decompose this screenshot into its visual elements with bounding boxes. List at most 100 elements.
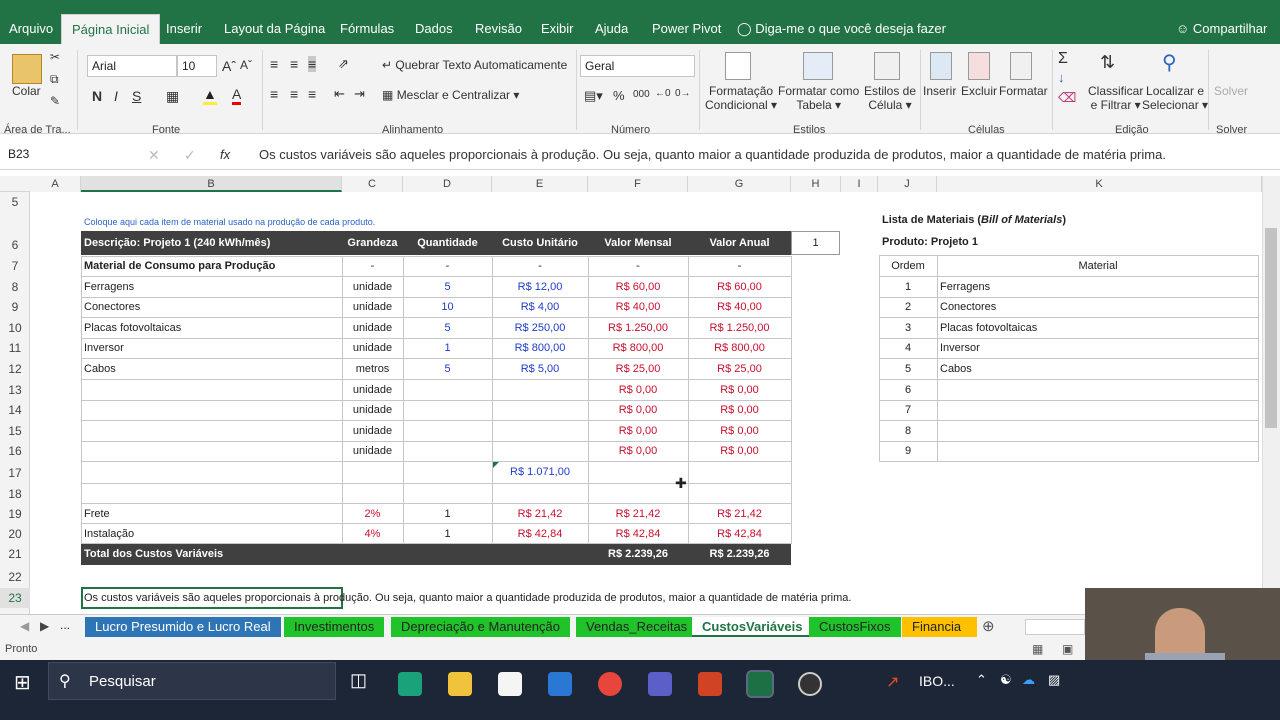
increase-indent-icon[interactable]: ⇥ (354, 86, 365, 102)
align-top-icon[interactable]: ≡ (270, 56, 278, 72)
cell-c7[interactable]: - (342, 256, 403, 276)
row-header[interactable]: 23 (0, 588, 30, 608)
col-header-k[interactable]: K (937, 176, 1262, 192)
font-color-icon[interactable]: A (232, 86, 242, 105)
item-name[interactable]: Conectores (84, 297, 140, 317)
sheet-tab[interactable]: Investimentos (284, 617, 385, 637)
shrink-font-icon[interactable]: Aˇ (240, 58, 252, 72)
instalacao-pct[interactable]: 4% (342, 524, 403, 544)
taskbar-search[interactable]: ⚲ Pesquisar (48, 662, 336, 700)
header-valor-anual[interactable]: Valor Anual (688, 233, 791, 253)
bom-title[interactable]: Lista de Materiais (Bill of Materials) (882, 210, 1066, 230)
frete-label[interactable]: Frete (84, 504, 110, 524)
decrease-indent-icon[interactable]: ⇤ (334, 86, 345, 102)
item-unit[interactable]: unidade (342, 318, 403, 338)
bold-icon[interactable]: N (92, 88, 102, 104)
cell-b23[interactable]: Os custos variáveis são aqueles proporci… (84, 588, 851, 608)
bom-order[interactable]: 7 (879, 400, 937, 420)
windows-start-icon[interactable]: ⊞ (14, 670, 31, 695)
orientation-icon[interactable]: ⇗ (338, 56, 349, 72)
frete-unit[interactable]: R$ 21,42 (492, 504, 588, 524)
sheet-tab[interactable]: CustosFixos (809, 617, 901, 637)
share-button[interactable]: ☺ Compartilhar (1176, 14, 1267, 44)
instalacao-monthly[interactable]: R$ 42,84 (588, 524, 688, 544)
row-header[interactable]: 6 (0, 234, 30, 256)
header-custo-unitario[interactable]: Custo Unitário (492, 233, 588, 253)
row-header[interactable]: 14 (0, 400, 30, 421)
item-unit[interactable]: unidade (342, 400, 403, 420)
col-header-d[interactable]: D (403, 176, 492, 192)
item-annual[interactable]: R$ 800,00 (688, 338, 791, 358)
sheet-tab[interactable]: Depreciação e Manutenção (391, 617, 570, 637)
page-layout-icon[interactable]: ▣ (1062, 642, 1073, 656)
sheet-tab[interactable]: Lucro Presumido e Lucro Real (85, 617, 281, 637)
header-grandeza[interactable]: Grandeza (342, 233, 403, 253)
row-header[interactable]: 12 (0, 359, 30, 380)
col-header-f[interactable]: F (588, 176, 688, 192)
col-header-e[interactable]: E (492, 176, 588, 192)
solver-button[interactable]: Solver (1214, 84, 1248, 98)
cell-g7[interactable]: - (688, 256, 791, 276)
item-unit-cost[interactable]: R$ 12,00 (492, 277, 588, 297)
format-table-button[interactable]: Formatar como Tabela ▾ (778, 84, 859, 112)
item-unit[interactable]: unidade (342, 297, 403, 317)
autosum-icon[interactable]: Σ (1058, 50, 1068, 68)
name-box[interactable]: B23 (4, 144, 104, 166)
item-name[interactable]: Placas fotovoltaicas (84, 318, 181, 338)
enter-icon[interactable]: ✓ (184, 147, 196, 164)
section-title[interactable]: Material de Consumo para Produção (84, 256, 275, 276)
font-size-select[interactable]: 10 (177, 55, 217, 77)
item-monthly[interactable]: R$ 25,00 (588, 359, 688, 379)
tab-arquivo[interactable]: Arquivo (9, 14, 53, 44)
instalacao-label[interactable]: Instalação (84, 524, 134, 544)
item-monthly[interactable]: R$ 0,00 (588, 380, 688, 400)
bom-material[interactable]: Ferragens (940, 277, 990, 297)
horizontal-scrollbar[interactable] (1025, 619, 1085, 635)
sheet-tab[interactable]: Financia ... (902, 617, 977, 637)
file-explorer-icon[interactable] (448, 672, 472, 696)
bom-material[interactable]: Conectores (940, 297, 996, 317)
bom-product[interactable]: Produto: Projeto 1 (882, 232, 978, 252)
bom-order[interactable]: 5 (879, 359, 937, 379)
item-unit-cost[interactable]: R$ 250,00 (492, 318, 588, 338)
item-qty[interactable]: 10 (403, 297, 492, 317)
tab-power-pivot[interactable]: Power Pivot (652, 14, 721, 44)
cut-icon[interactable]: ✂ (50, 50, 60, 64)
col-header-h[interactable]: H (791, 176, 841, 192)
bom-order[interactable]: 8 (879, 421, 937, 441)
tab-pagina-inicial[interactable]: Página Inicial (61, 14, 161, 44)
cell-e7[interactable]: - (492, 256, 588, 276)
align-left-icon[interactable]: ≡ (270, 86, 278, 102)
row-header[interactable]: 20 (0, 524, 30, 544)
onedrive-icon[interactable]: ☁ (1022, 672, 1035, 688)
instalacao-unit[interactable]: R$ 42,84 (492, 524, 588, 544)
row-header[interactable]: 8 (0, 277, 30, 297)
row-header[interactable]: 18 (0, 484, 30, 504)
tray-expand-icon[interactable]: ⌃ (976, 672, 987, 688)
teams-icon[interactable] (648, 672, 672, 696)
row-header[interactable]: 15 (0, 421, 30, 441)
prev-sheet-icon[interactable]: ◀ (20, 619, 29, 633)
item-monthly[interactable]: R$ 800,00 (588, 338, 688, 358)
col-header-j[interactable]: J (878, 176, 937, 192)
number-format-select[interactable]: Geral (580, 55, 695, 77)
bom-material[interactable]: Inversor (940, 338, 980, 358)
tab-inserir[interactable]: Inserir (166, 14, 202, 44)
tray-widget-text[interactable]: IBO... (919, 673, 955, 689)
add-sheet-icon[interactable]: ⊕ (982, 617, 995, 635)
paste-button[interactable]: Colar (12, 84, 41, 98)
row-header[interactable]: 5 (0, 192, 30, 212)
copy-icon[interactable]: ⧉ (50, 72, 59, 87)
bom-order[interactable]: 1 (879, 277, 937, 297)
item-unit-cost[interactable]: R$ 800,00 (492, 338, 588, 358)
percent-icon[interactable]: % (613, 88, 625, 103)
align-middle-icon[interactable]: ≡ (290, 56, 298, 72)
row-header[interactable]: 11 (0, 338, 30, 359)
instalacao-qty[interactable]: 1 (403, 524, 492, 544)
bom-order[interactable]: 6 (879, 380, 937, 400)
format-cells-button[interactable]: Formatar (999, 84, 1048, 98)
vertical-scroll-thumb[interactable] (1265, 228, 1277, 428)
wrap-text-button[interactable]: ↵ Quebrar Texto Automaticamente (382, 58, 567, 72)
sort-filter-button[interactable]: Classificar e Filtrar ▾ (1088, 84, 1143, 112)
item-unit-cost[interactable]: R$ 5,00 (492, 359, 588, 379)
